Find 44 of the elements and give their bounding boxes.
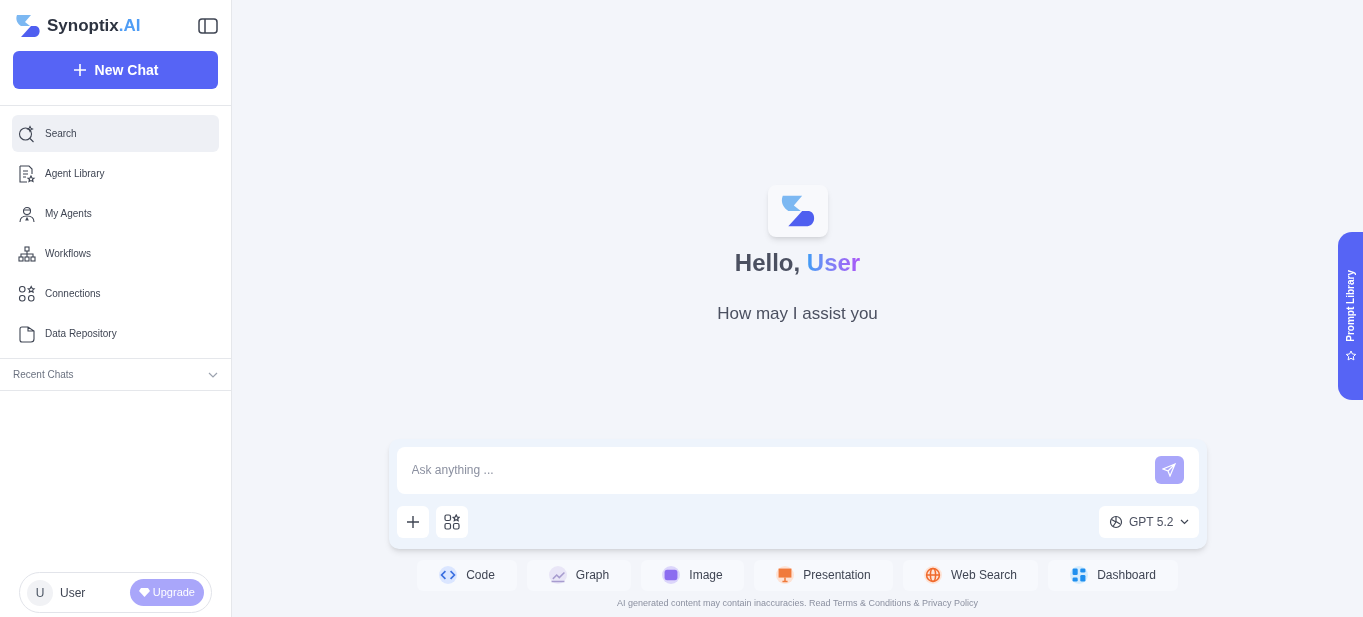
- user-avatar[interactable]: U: [27, 579, 53, 606]
- person-icon: [18, 204, 36, 223]
- document-star-icon: [18, 164, 36, 183]
- search-icon: [18, 124, 36, 143]
- plus-icon: [405, 514, 420, 529]
- quick-action-button[interactable]: Web Search: [903, 559, 1038, 591]
- new-chat-button[interactable]: New Chat: [13, 51, 218, 89]
- subtitle: How may I assist you: [717, 303, 878, 325]
- picture-icon: [662, 566, 681, 584]
- quick-action-button[interactable]: Code: [417, 559, 517, 591]
- prompt-library-label: Prompt Library: [1344, 270, 1357, 342]
- greeting: Hello, User: [734, 248, 861, 278]
- recent-chats-label[interactable]: Recent Chats: [13, 367, 74, 382]
- message-input[interactable]: Ask anything ...: [411, 461, 1155, 479]
- folder-icon: [18, 324, 36, 343]
- star-icon: [1344, 349, 1357, 362]
- chevron-icon[interactable]: [208, 371, 218, 378]
- prompt-library-tab[interactable]: Prompt Library: [1338, 232, 1363, 400]
- add-button[interactable]: [396, 505, 429, 538]
- grid-icon: [443, 513, 460, 530]
- chevron-icon: [1179, 518, 1189, 525]
- plus-icon: [72, 63, 87, 77]
- sidebar-toggle-icon[interactable]: [198, 18, 218, 34]
- tiles-icon: [1070, 566, 1089, 584]
- chart-icon: [548, 566, 567, 584]
- user-name: User: [60, 584, 86, 602]
- hierarchy-icon: [18, 244, 36, 263]
- disclaimer: AI generated content may contain inaccuracies. Read Terms & Conditions & Privacy Policy: [617, 596, 978, 610]
- globe-icon: [924, 566, 943, 584]
- diamond-icon: [138, 588, 150, 597]
- model-selector[interactable]: GPT 5.2: [1099, 505, 1199, 538]
- logo-icon: [13, 13, 43, 39]
- quick-action-button[interactable]: Image: [641, 559, 744, 591]
- nav-item[interactable]: Search: [12, 115, 219, 152]
- message-field[interactable]: Ask anything ...: [396, 446, 1199, 494]
- code-icon: [439, 566, 458, 584]
- brand-name: Synoptix.AI: [47, 15, 141, 38]
- quick-action-button[interactable]: Dashboard: [1048, 559, 1178, 591]
- easel-icon: [776, 566, 795, 584]
- apps-button[interactable]: [435, 505, 468, 538]
- quick-action-button[interactable]: Graph: [527, 559, 631, 591]
- send-icon: [1162, 463, 1176, 477]
- shapes-icon: [18, 284, 36, 303]
- quick-action-button[interactable]: Presentation: [754, 559, 893, 591]
